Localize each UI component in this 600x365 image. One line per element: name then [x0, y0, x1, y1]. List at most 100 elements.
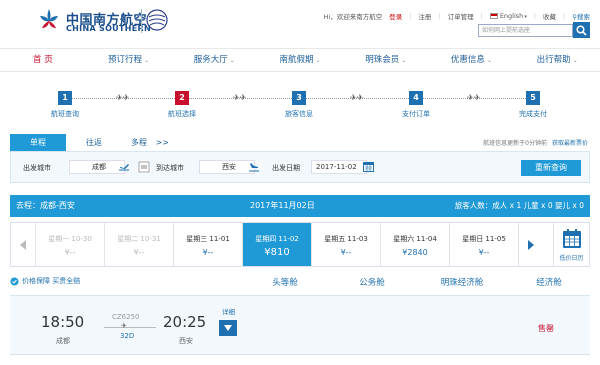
date-option-price: ¥-- — [64, 248, 76, 257]
departure-date-input[interactable]: 2017-11-02 — [311, 160, 367, 174]
aircraft-type[interactable]: 32D — [120, 332, 134, 340]
economy-status-sold-out: 售罄 — [538, 324, 554, 333]
calendar-icon — [562, 229, 581, 248]
flight-path-line — [104, 327, 156, 328]
date-selector: 星期一 10-30 ¥-- 星期二 10-31 ¥-- 星期三 11-01 ¥-… — [10, 222, 590, 267]
chevron-down-icon: ⌄ — [572, 57, 578, 64]
date-option-price: ¥-- — [478, 248, 490, 257]
date-option[interactable]: 星期三 11-01 ¥-- — [173, 223, 242, 266]
chevron-down-icon: ⌄ — [315, 57, 321, 64]
to-city-input[interactable]: 西安 — [199, 160, 255, 174]
register-link[interactable]: 注册 — [418, 11, 431, 21]
nav-item-booking[interactable]: 预订行程 ⌄ — [86, 49, 172, 71]
tab-round-trip[interactable]: 往返 — [66, 134, 122, 151]
login-link[interactable]: 登录 — [389, 11, 402, 21]
top-separator: | — [409, 12, 412, 20]
takeoff-icon — [119, 164, 129, 171]
date-option[interactable]: 星期日 11-05 ¥-- — [449, 223, 518, 266]
step-5-label: 完成支付 — [519, 110, 547, 118]
swap-icon[interactable] — [138, 161, 150, 173]
nav-item-home[interactable]: 首 页 — [0, 49, 86, 71]
logo-english-name[interactable]: CHINA SOUTHERN — [66, 24, 151, 33]
favorite-link[interactable]: 收藏 — [543, 11, 556, 21]
nav-item-service[interactable]: 服务大厅 ⌄ — [171, 49, 257, 71]
expand-flight-button[interactable] — [219, 320, 237, 336]
chevron-down-icon: ▾ — [524, 14, 527, 20]
search-link[interactable]: ⚲搜索 — [572, 11, 590, 21]
passenger-count: 旅客人数：成人 x 1 儿童 x 0 婴儿 x 0 — [454, 201, 584, 210]
order-management-link[interactable]: 订单管理 — [448, 11, 474, 21]
date-option-price: ¥-- — [202, 248, 214, 257]
skyteam-logo-icon — [146, 9, 168, 31]
flight-detail-link[interactable]: 详细 — [222, 306, 235, 316]
date-option: 星期一 10-30 ¥-- — [35, 223, 104, 266]
nav-item-label: 首 页 — [33, 55, 53, 65]
language-switch[interactable]: English▾ — [489, 12, 527, 20]
chevron-down-icon: ⌄ — [229, 57, 235, 64]
nav-item-label: 预订行程 — [108, 55, 143, 65]
chevron-down-icon: ⌄ — [401, 57, 407, 64]
main-nav: 首 页 预订行程 ⌄ 服务大厅 ⌄ 南航假期 ⌄ 明珠会员 ⌄ 优惠信息 ⌄ 出行帮助 ⌄ — [0, 48, 600, 72]
arrival-city: 西安 — [179, 337, 193, 345]
shield-icon — [10, 277, 19, 285]
date-option-day: 星期二 10-31 — [117, 235, 161, 243]
cabin-first-class[interactable]: 头等舱 — [272, 276, 298, 288]
site-search-button[interactable] — [573, 22, 590, 38]
latest-fare-link[interactable]: 获取最新票价 — [552, 140, 588, 147]
plane-icon: ✈ — [121, 322, 127, 330]
date-option-price: ¥810 — [264, 247, 290, 258]
date-option-price: ¥2840 — [402, 248, 428, 257]
cabin-economy[interactable]: 经济舱 — [536, 276, 562, 288]
calendar-icon[interactable] — [363, 161, 374, 172]
tab-multi-city[interactable]: 多程 >> — [122, 134, 178, 151]
nav-item-offers[interactable]: 优惠信息 ⌄ — [429, 49, 515, 71]
date-option[interactable]: 星期六 11-04 ¥2840 — [380, 223, 449, 266]
date-option-price: ¥-- — [133, 248, 145, 257]
next-week-button[interactable] — [518, 223, 542, 266]
plane-icon: ✈✈ — [116, 93, 130, 102]
greeting-text: Hi，欢迎来南方航空 — [323, 13, 383, 21]
cabin-premium-economy[interactable]: 明珠经济舱 — [441, 276, 484, 288]
itinerary-date: 2017年11月02日 — [250, 201, 315, 210]
chevron-right-icon — [527, 239, 534, 250]
nav-item-help[interactable]: 出行帮助 ⌄ — [514, 49, 600, 71]
kapok-logo-icon[interactable] — [36, 7, 62, 33]
nav-item-member[interactable]: 明珠会员 ⌄ — [343, 49, 429, 71]
site-search-input[interactable]: 如何网上提前选座 — [478, 24, 573, 37]
plane-icon: ✈✈ — [467, 93, 481, 102]
arrival-time: 20:25 — [163, 313, 207, 331]
step-1-number: 1 — [58, 91, 72, 105]
prev-week-button[interactable] — [11, 223, 35, 266]
plane-icon: ✈✈ — [233, 93, 247, 102]
step-2-number: 2 — [175, 91, 189, 105]
landing-icon — [249, 163, 259, 172]
date-option-day: 星期日 11-05 — [462, 235, 506, 243]
step-2-label: 航班选择 — [168, 110, 196, 118]
step-4-label: 支付订单 — [402, 110, 430, 118]
from-city-label: 出发城市 — [23, 164, 51, 172]
step-3-label: 旅客信息 — [285, 110, 313, 118]
nav-item-label: 优惠信息 — [450, 55, 485, 65]
date-option[interactable]: 星期五 11-03 ¥-- — [311, 223, 380, 266]
date-option-selected[interactable]: 星期四 11-02 ¥810 — [242, 223, 311, 266]
calendar-label: 低价日历 — [559, 255, 584, 262]
top-separator: | — [563, 12, 566, 20]
chevron-down-icon — [224, 325, 232, 331]
nav-item-label: 南航假期 — [279, 55, 314, 65]
nav-item-holiday[interactable]: 南航假期 ⌄ — [257, 49, 343, 71]
date-option-day: 星期四 11-02 — [255, 235, 299, 243]
nav-item-label: 明珠会员 — [365, 55, 400, 65]
chevron-down-icon: ⌄ — [144, 57, 150, 64]
top-separator: | — [480, 12, 483, 20]
low-price-calendar-button[interactable]: 低价日历 — [553, 223, 589, 266]
date-option-day: 星期三 11-01 — [186, 235, 230, 243]
nav-item-label: 出行帮助 — [536, 55, 571, 65]
price-guarantee[interactable]: 价格保障 买贵全赔 — [10, 276, 80, 286]
step-3-number: 3 — [292, 91, 306, 105]
research-button[interactable]: 重新查询 — [521, 160, 581, 176]
from-city-input[interactable]: 成都 — [69, 160, 125, 174]
tab-one-way[interactable]: 单程 — [10, 134, 66, 151]
date-option-price: ¥-- — [340, 248, 352, 257]
cabin-business-class[interactable]: 公务舱 — [359, 276, 385, 288]
flight-row: 18:50 成都 CZ6250 ✈ 32D 20:25 西安 详细 售罄 — [10, 295, 590, 355]
